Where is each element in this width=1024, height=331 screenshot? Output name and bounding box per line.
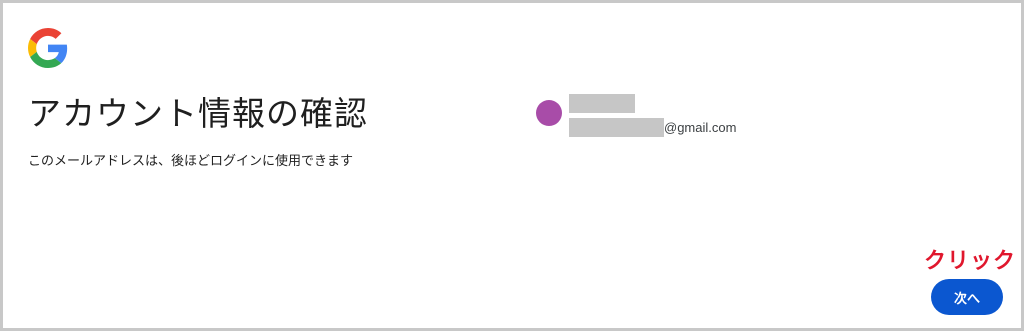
avatar [536, 100, 562, 126]
account-email: @gmail.com [569, 117, 736, 137]
email-local-part-redacted [569, 117, 664, 137]
email-domain: @gmail.com [664, 119, 737, 135]
account-info: @gmail.com [536, 93, 776, 143]
page-subtitle: このメールアドレスは、後ほどログインに使用できます [28, 154, 354, 169]
page-title: アカウント情報の確認 [28, 94, 368, 133]
account-name-redacted [569, 94, 635, 113]
google-logo-icon [28, 28, 68, 68]
next-button[interactable]: 次へ [931, 279, 1003, 315]
click-annotation: クリック [924, 249, 1017, 274]
page-frame: アカウント情報の確認 このメールアドレスは、後ほどログインに使用できます @gm… [0, 0, 1024, 331]
